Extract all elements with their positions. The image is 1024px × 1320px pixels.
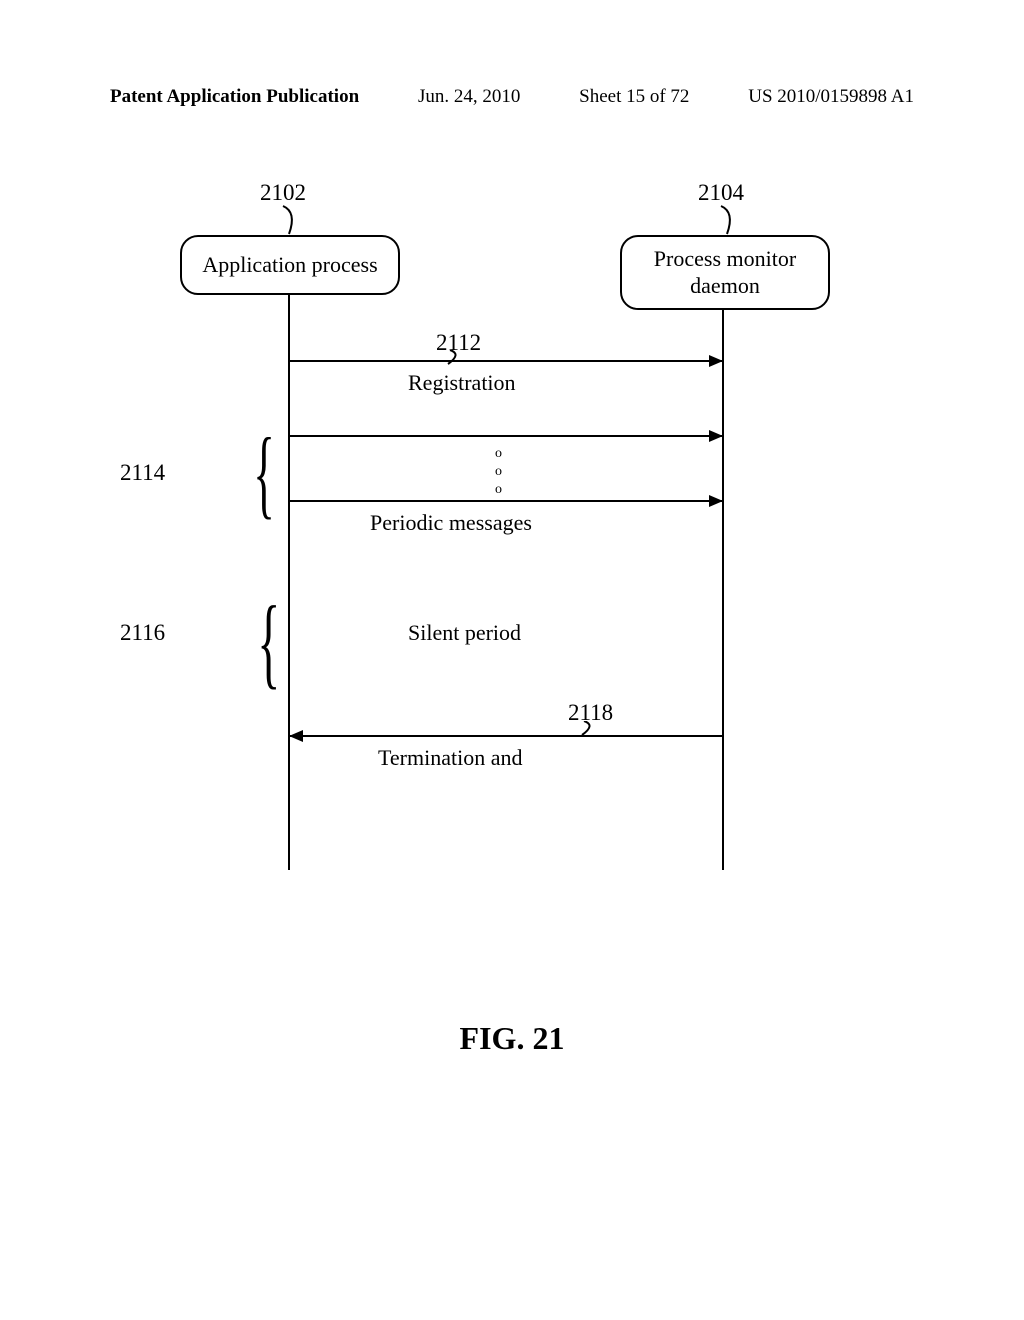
periodic-dots: o o o xyxy=(495,445,502,500)
msg-periodic: Periodic messages xyxy=(370,510,532,536)
header-pubno: US 2010/0159898 A1 xyxy=(748,86,914,108)
application-process-box: Application process xyxy=(180,235,400,295)
arrow-periodic-top xyxy=(290,435,722,437)
application-process-label: Application process xyxy=(202,252,377,278)
header-sheet: Sheet 15 of 72 xyxy=(579,86,689,108)
sequence-diagram: 2102 2104 Application process Process mo… xyxy=(140,180,840,930)
arrow-termination xyxy=(290,735,722,737)
process-monitor-label-1: Process monitor xyxy=(654,246,796,272)
msg-registration: Registration xyxy=(408,370,516,396)
lifeline-application xyxy=(288,295,290,870)
brace-2114: { xyxy=(253,415,275,530)
figure-caption: FIG. 21 xyxy=(0,1020,1024,1057)
leader-2104 xyxy=(713,204,743,239)
ref-2116: 2116 xyxy=(120,620,165,646)
dot-2: o xyxy=(495,463,502,481)
msg-termination: Termination and xyxy=(378,745,522,771)
brace-2116: { xyxy=(257,583,280,700)
ref-2102: 2102 xyxy=(260,180,306,206)
lifeline-daemon xyxy=(722,310,724,870)
header-publication: Patent Application Publication xyxy=(110,86,359,108)
process-monitor-label-2: daemon xyxy=(690,273,760,299)
header-date: Jun. 24, 2010 xyxy=(418,86,520,108)
process-monitor-daemon-box: Process monitor daemon xyxy=(620,235,830,310)
leader-2112 xyxy=(440,350,470,368)
msg-silent: Silent period xyxy=(408,620,521,646)
ref-2114: 2114 xyxy=(120,460,165,486)
arrow-registration xyxy=(290,360,722,362)
leader-2102 xyxy=(275,204,305,239)
arrow-periodic-bottom xyxy=(290,500,722,502)
dot-3: o xyxy=(495,481,502,499)
page-header: Patent Application Publication Jun. 24, … xyxy=(0,86,1024,108)
dot-1: o xyxy=(495,445,502,463)
ref-2104: 2104 xyxy=(698,180,744,206)
